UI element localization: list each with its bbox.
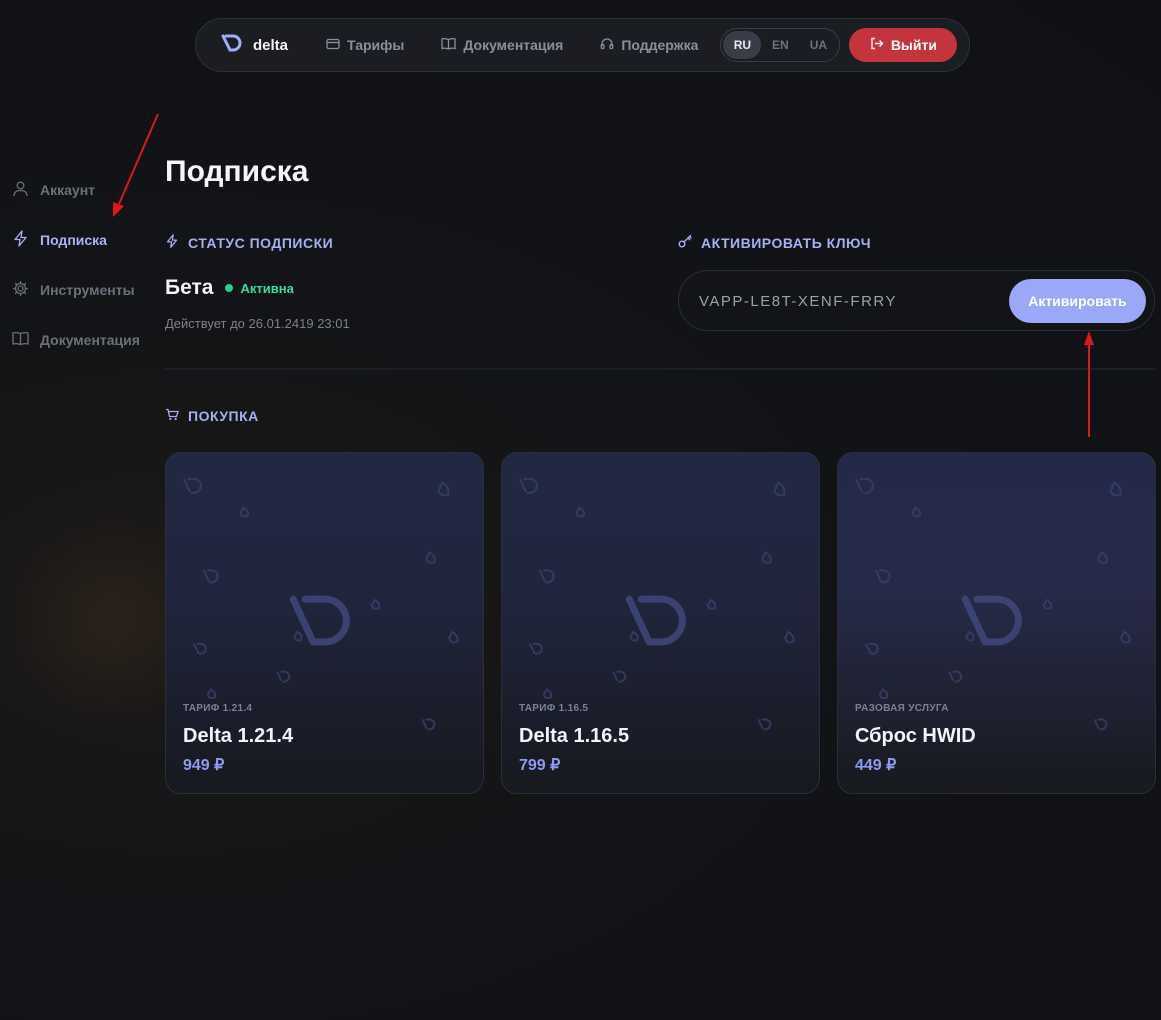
brand-name: delta [253,36,289,54]
status-label: Активна [240,280,294,296]
brand-logo[interactable]: delta [220,33,288,58]
user-icon [12,180,29,200]
card-label: РАЗОВАЯ УСЛУГА [855,703,949,714]
plan-name: Бета [165,276,214,299]
book-icon [441,37,457,53]
nav-link-label: Документация [463,37,564,53]
card-icon [326,37,340,53]
activate-key-form: Активировать [678,270,1155,331]
card-price: 949 ₽ [183,757,225,774]
sidebar-item-account[interactable]: Аккаунт [12,165,140,215]
gear-icon [12,280,29,300]
nav-link-support[interactable]: Поддержка [600,37,698,53]
top-navigation: delta Тарифы Документация Поддержка RU E… [195,18,970,72]
sidebar-item-documentation[interactable]: Документация [12,315,140,365]
card-price: 449 ₽ [855,757,897,774]
key-input[interactable] [699,289,999,313]
status-badge: Активна [225,280,294,296]
delta-logo-icon [220,33,244,58]
card-title: Delta 1.16.5 [519,725,630,747]
logout-button[interactable]: Выйти [849,28,958,62]
activate-button[interactable]: Активировать [1009,279,1146,323]
section-divider [165,368,1155,370]
card-title: Сброс HWID [855,725,976,747]
book-icon [12,331,29,349]
nav-link-documentation[interactable]: Документация [441,37,563,53]
sidebar-item-label: Аккаунт [40,182,96,198]
section-heading-label: ПОКУПКА [188,408,259,424]
language-switcher: RU EN UA [720,28,841,62]
activate-key-heading: АКТИВИРОВАТЬ КЛЮЧ [678,234,871,251]
language-en[interactable]: EN [761,31,799,59]
headset-icon [600,37,614,53]
purchase-heading: ПОКУПКА [165,408,259,424]
nav-link-tariffs[interactable]: Тарифы [326,37,404,53]
lightning-icon [165,234,179,251]
card-label: ТАРИФ 1.16.5 [519,703,589,714]
section-heading-label: СТАТУС ПОДПИСКИ [188,234,334,251]
cart-icon [165,408,179,424]
section-heading-label: АКТИВИРОВАТЬ КЛЮЧ [701,234,872,251]
product-card-hwid-reset[interactable]: РАЗОВАЯ УСЛУГА Сброс HWID 449 ₽ [837,452,1156,794]
product-card-delta-1-16-5[interactable]: ТАРИФ 1.16.5 Delta 1.16.5 799 ₽ [501,452,820,794]
language-ru[interactable]: RU [723,31,762,59]
logout-label: Выйти [890,37,937,53]
nav-link-label: Поддержка [621,37,699,53]
valid-until-text: Действует до 26.01.2419 23:01 [165,316,350,331]
card-title: Delta 1.21.4 [183,725,294,747]
product-card-delta-1-21-4[interactable]: ТАРИФ 1.21.4 Delta 1.21.4 949 ₽ [165,452,484,794]
subscription-status-heading: СТАТУС ПОДПИСКИ [165,234,333,251]
nav-link-label: Тарифы [347,37,405,53]
sidebar-item-label: Документация [40,332,140,348]
card-price: 799 ₽ [519,757,561,774]
current-plan: Бета Активна [165,276,294,300]
status-dot-icon [225,284,234,292]
logout-icon [870,37,884,53]
sidebar-item-label: Инструменты [40,282,135,298]
sidebar-item-subscription[interactable]: Подписка [12,215,140,265]
annotation-arrow-activate [1084,331,1094,437]
sidebar: Аккаунт Подписка Инструменты Документаци… [12,165,140,365]
page-title: Подписка [165,155,309,188]
sidebar-item-tools[interactable]: Инструменты [12,265,140,315]
card-label: ТАРИФ 1.21.4 [183,703,253,714]
sidebar-item-label: Подписка [40,232,107,248]
key-icon [678,234,692,251]
lightning-icon [12,230,29,250]
language-ua[interactable]: UA [799,31,837,59]
